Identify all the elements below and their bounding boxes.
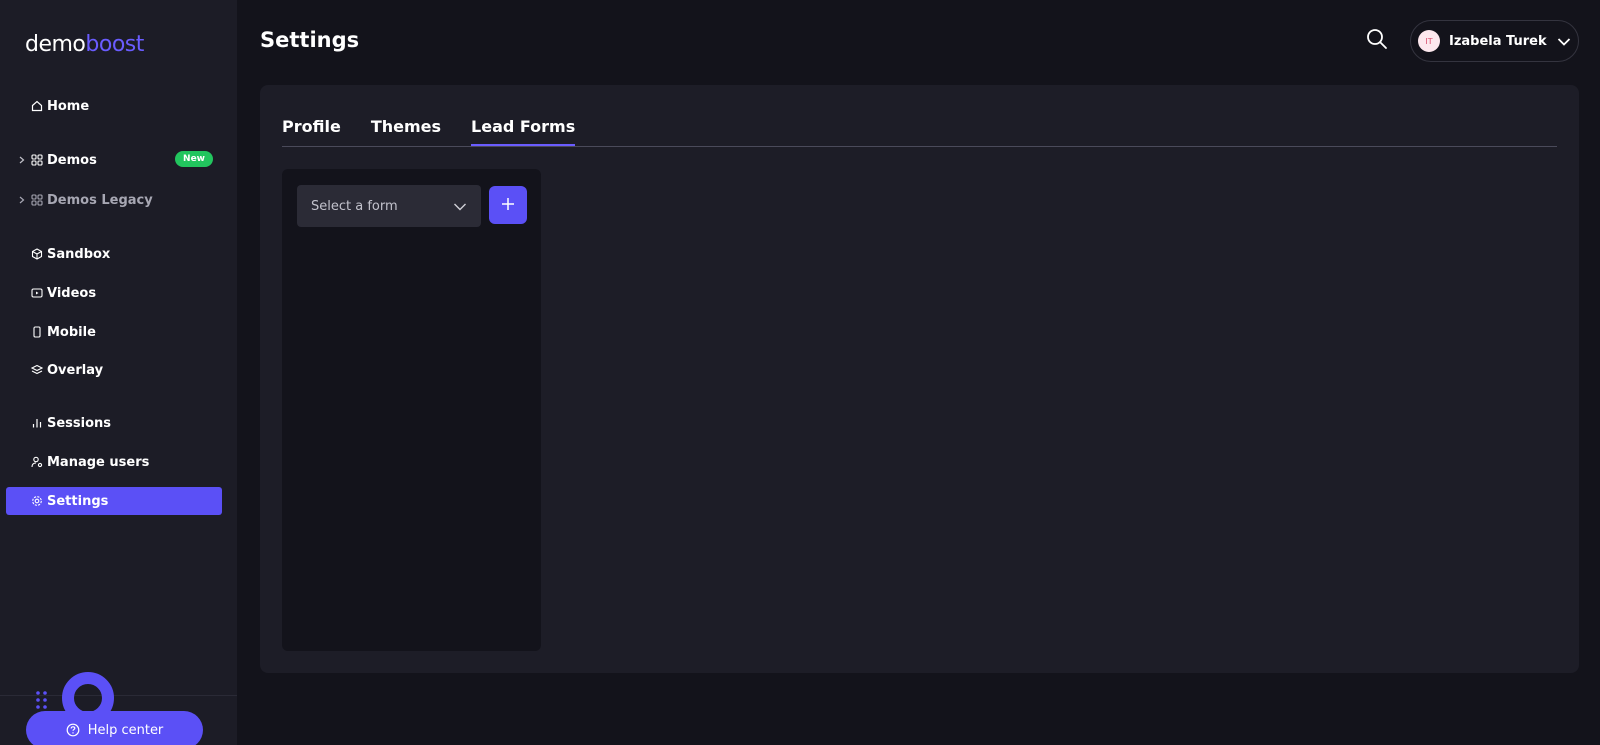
- brand-logo-part1: demo: [25, 32, 86, 57]
- settings-tabs: Profile Themes Lead Forms: [282, 117, 605, 146]
- mobile-icon: [30, 325, 44, 339]
- sidebar-item-home[interactable]: Home: [6, 92, 222, 120]
- sidebar-item-label: Videos: [47, 285, 97, 301]
- brand-logo[interactable]: demoboost: [25, 32, 144, 57]
- home-icon: [30, 99, 44, 113]
- video-icon: [30, 286, 44, 300]
- sidebar-item-label: Overlay: [47, 362, 104, 378]
- sidebar-item-videos[interactable]: Videos: [6, 279, 222, 307]
- new-badge: New: [175, 151, 213, 167]
- sidebar-item-sandbox[interactable]: Sandbox: [6, 240, 222, 268]
- sidebar-item-demos[interactable]: Demos New: [6, 146, 222, 174]
- chevron-right-icon[interactable]: [17, 194, 27, 206]
- sidebar-item-mobile[interactable]: Mobile: [6, 318, 222, 346]
- cube-icon: [30, 247, 44, 261]
- plus-icon: [501, 197, 515, 214]
- user-gear-icon: [30, 455, 44, 469]
- sidebar-item-overlay[interactable]: Overlay: [6, 356, 222, 384]
- sidebar-item-label: Mobile: [47, 324, 96, 340]
- bar-chart-icon: [30, 416, 44, 430]
- gear-icon: [30, 494, 44, 508]
- page-title: Settings: [260, 28, 360, 52]
- sidebar-item-demos-legacy[interactable]: Demos Legacy: [6, 186, 222, 214]
- grid-icon: [30, 153, 44, 167]
- sidebar-item-label: Demos: [47, 152, 97, 168]
- user-name: Izabela Turek: [1449, 33, 1547, 49]
- question-circle-icon: [66, 723, 80, 737]
- tab-themes[interactable]: Themes: [371, 117, 441, 146]
- sidebar-item-sessions[interactable]: Sessions: [6, 409, 222, 437]
- chevron-down-icon: [1557, 32, 1571, 51]
- search-icon: [1366, 29, 1388, 54]
- sidebar: demoboost Home Demos New Demos Legacy Sa…: [0, 0, 237, 745]
- help-center-button[interactable]: Help center: [26, 711, 203, 745]
- sidebar-item-manage-users[interactable]: Manage users: [6, 448, 222, 476]
- sidebar-item-label: Sandbox: [47, 246, 111, 262]
- layers-icon: [30, 363, 44, 377]
- form-select[interactable]: Select a form: [297, 185, 481, 227]
- chevron-right-icon[interactable]: [17, 154, 27, 166]
- sidebar-item-label: Manage users: [47, 454, 150, 470]
- search-button[interactable]: [1366, 28, 1390, 52]
- add-form-button[interactable]: [489, 186, 527, 224]
- help-center-label: Help center: [87, 722, 164, 738]
- sidebar-item-label: Settings: [47, 493, 109, 509]
- tab-lead-forms[interactable]: Lead Forms: [471, 117, 576, 146]
- brand-logo-part2: boost: [85, 32, 144, 57]
- lead-forms-panel: Select a form: [282, 169, 541, 651]
- tab-profile[interactable]: Profile: [282, 117, 341, 146]
- sidebar-item-label: Demos Legacy: [47, 192, 153, 208]
- settings-panel: Profile Themes Lead Forms Select a form: [260, 85, 1579, 673]
- chevron-down-icon: [453, 197, 467, 216]
- avatar: IT: [1418, 30, 1440, 52]
- sidebar-item-label: Home: [47, 98, 90, 114]
- grid-icon: [30, 193, 44, 207]
- sidebar-item-settings[interactable]: Settings: [6, 487, 222, 515]
- tabs-divider: [282, 146, 1557, 147]
- user-menu[interactable]: IT Izabela Turek: [1410, 20, 1579, 62]
- sidebar-item-label: Sessions: [47, 415, 112, 431]
- form-select-value: Select a form: [311, 198, 398, 214]
